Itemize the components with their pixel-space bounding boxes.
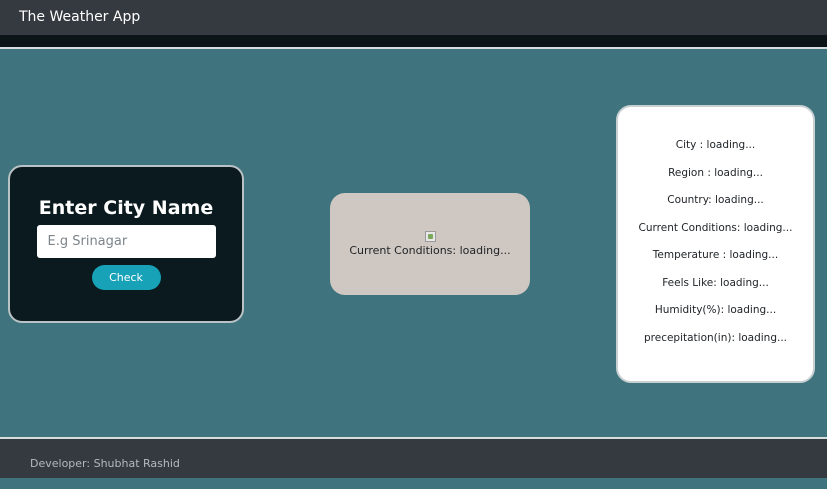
country-info: Country: loading... xyxy=(667,194,764,206)
current-conditions-text: Current Conditions: loading... xyxy=(349,244,511,257)
footer: Developer: Shubhat Rashid xyxy=(0,439,827,478)
city-search-card: Enter City Name Check xyxy=(8,165,244,323)
search-heading: Enter City Name xyxy=(38,197,214,219)
temperature-info: Temperature : loading... xyxy=(652,249,779,261)
precipitation-info: precepitation(in): loading... xyxy=(643,331,788,344)
developer-credit: Developer: Shubhat Rashid xyxy=(30,457,180,470)
city-info: City : loading... xyxy=(675,139,756,151)
check-button[interactable]: Check xyxy=(91,265,161,290)
broken-image-icon xyxy=(424,231,436,242)
current-conditions-card: Current Conditions: loading... xyxy=(330,193,530,295)
navbar: The Weather App xyxy=(0,0,827,35)
city-input[interactable] xyxy=(36,225,216,258)
region-info: Region : loading... xyxy=(668,166,763,179)
feels-like-info: Feels Like: loading... xyxy=(662,276,769,289)
conditions-info: Current Conditions: loading... xyxy=(638,221,793,234)
weather-info-card: City : loading... Region : loading... Co… xyxy=(616,105,815,383)
humidity-info: Humidity(%): loading... xyxy=(654,304,777,316)
app-title[interactable]: The Weather App xyxy=(19,9,140,25)
